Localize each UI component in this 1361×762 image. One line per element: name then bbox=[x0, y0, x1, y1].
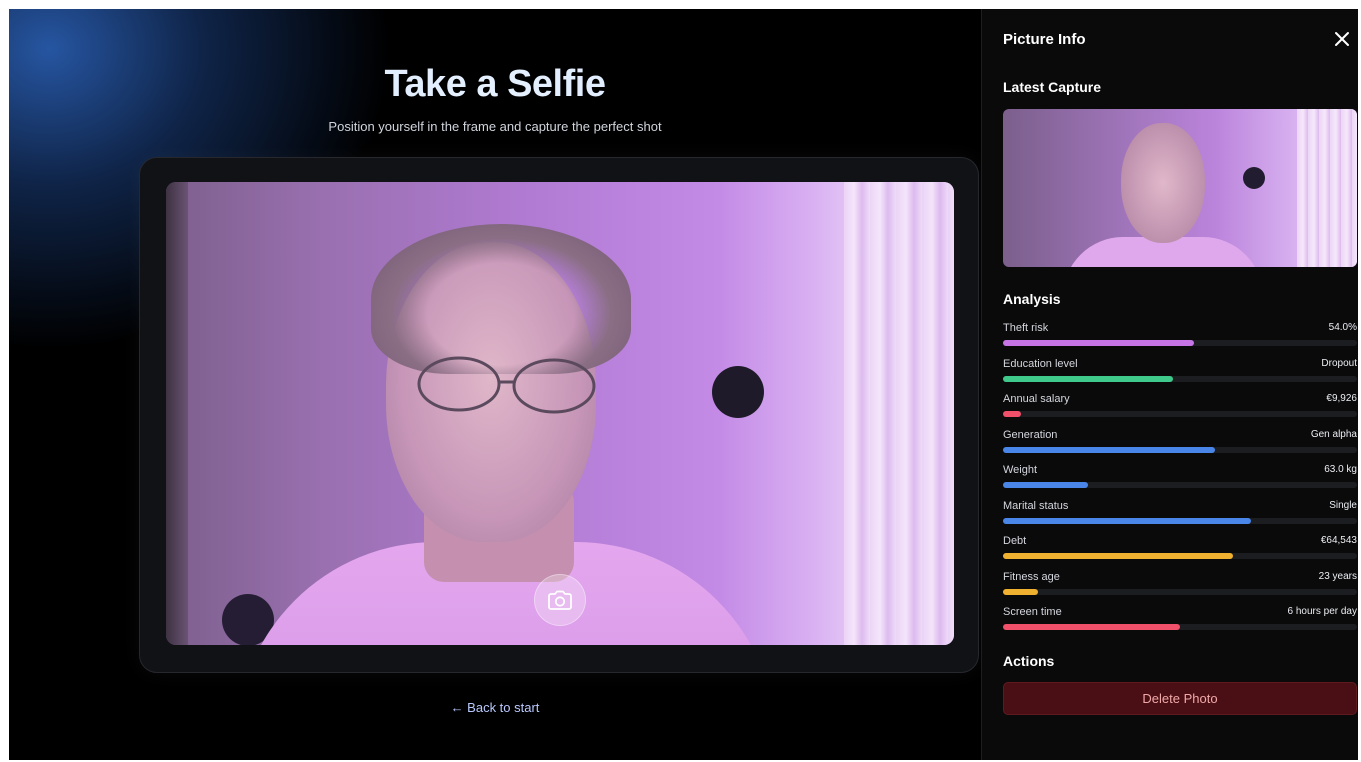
metric-bar-track bbox=[1003, 375, 1357, 382]
metric-bar-fill bbox=[1003, 411, 1021, 417]
camera-preview bbox=[166, 182, 954, 645]
metric-bar-track bbox=[1003, 624, 1357, 630]
metric-bar-fill bbox=[1003, 446, 1216, 453]
person-hair bbox=[371, 224, 631, 374]
metric-label: Fitness age bbox=[1003, 570, 1060, 583]
curtain bbox=[844, 182, 954, 645]
metric-bar-fill bbox=[1003, 482, 1088, 488]
close-icon bbox=[1335, 32, 1349, 46]
back-to-start-link[interactable]: ← Back to start bbox=[9, 700, 981, 715]
metric-bar-track bbox=[1003, 517, 1357, 524]
camera-icon bbox=[548, 590, 572, 610]
metric-row: Screen time 6 hours per day bbox=[1003, 606, 1357, 638]
actions-heading: Actions bbox=[1003, 653, 1055, 669]
metric-row: Weight 63.0 kg bbox=[1003, 464, 1357, 496]
metric-value: Gen alpha bbox=[1310, 428, 1357, 440]
metric-label: Annual salary bbox=[1003, 393, 1070, 405]
page-title: Take a Selfie bbox=[9, 63, 981, 106]
metric-label: Education level bbox=[1003, 357, 1078, 370]
metric-value: Single bbox=[1329, 499, 1357, 511]
metric-label: Weight bbox=[1003, 464, 1038, 476]
metric-value: €9,926 bbox=[1326, 393, 1357, 404]
delete-photo-button[interactable]: Delete Photo bbox=[1003, 682, 1357, 715]
metric-label: Marital status bbox=[1003, 499, 1069, 512]
metric-value: 23 years bbox=[1318, 570, 1357, 582]
metric-bar-track bbox=[1003, 588, 1357, 595]
thumbnail-face bbox=[1121, 123, 1205, 243]
metric-bar-track bbox=[1003, 482, 1357, 488]
metric-bar-fill bbox=[1003, 624, 1180, 630]
delete-photo-label: Delete Photo bbox=[1142, 691, 1218, 706]
metric-value: 63.0 kg bbox=[1324, 464, 1357, 475]
metric-bar-track bbox=[1003, 411, 1357, 417]
metric-value: 6 hours per day bbox=[1287, 606, 1358, 617]
capture-button[interactable] bbox=[534, 574, 586, 626]
page-subtitle: Position yourself in the frame and captu… bbox=[328, 119, 662, 134]
wall-edge bbox=[166, 182, 188, 645]
main-panel: Take a Selfie Position yourself in the f… bbox=[9, 9, 981, 760]
close-button[interactable] bbox=[1332, 29, 1352, 49]
camera-frame bbox=[139, 157, 979, 673]
glasses-icon bbox=[417, 356, 596, 414]
wall-sticker bbox=[712, 366, 764, 418]
picture-info-sidebar: Picture Info Latest Capture Analysis The… bbox=[981, 9, 1358, 760]
sidebar-title: Picture Info bbox=[1003, 31, 1086, 48]
back-link-label: ← Back to start bbox=[450, 700, 540, 715]
metric-row: Generation Gen alpha bbox=[1003, 429, 1357, 461]
metric-row: Fitness age 23 years bbox=[1003, 571, 1357, 603]
metric-row: Debt €64,543 bbox=[1003, 535, 1357, 567]
metric-row: Annual salary €9,926 bbox=[1003, 393, 1357, 425]
latest-capture-heading: Latest Capture bbox=[1003, 79, 1102, 95]
metric-bar-track bbox=[1003, 340, 1357, 346]
metric-row: Theft risk 54.0% bbox=[1003, 322, 1357, 354]
metric-value: €64,543 bbox=[1320, 535, 1357, 546]
thumbnail-curtain bbox=[1297, 109, 1357, 267]
metric-bar-fill bbox=[1003, 517, 1251, 524]
metric-bar-fill bbox=[1003, 553, 1234, 559]
metric-bar-fill bbox=[1003, 375, 1173, 382]
metric-bar-track bbox=[1003, 553, 1357, 559]
metric-bar-track bbox=[1003, 446, 1357, 453]
thumbnail-sticker bbox=[1243, 167, 1265, 189]
metric-value: Dropout bbox=[1321, 357, 1357, 369]
latest-capture-thumbnail[interactable] bbox=[1003, 109, 1357, 267]
app-window: Take a Selfie Position yourself in the f… bbox=[9, 9, 1358, 760]
metric-label: Generation bbox=[1003, 428, 1058, 441]
analysis-heading: Analysis bbox=[1003, 291, 1061, 307]
metric-value: 54.0% bbox=[1328, 322, 1357, 333]
metric-label: Screen time bbox=[1003, 606, 1062, 618]
metric-row: Education level Dropout bbox=[1003, 358, 1357, 390]
metric-bar-fill bbox=[1003, 588, 1039, 595]
metric-label: Theft risk bbox=[1003, 322, 1049, 334]
metric-bar-fill bbox=[1003, 340, 1195, 346]
metric-row: Marital status Single bbox=[1003, 500, 1357, 532]
metric-label: Debt bbox=[1003, 535, 1027, 547]
